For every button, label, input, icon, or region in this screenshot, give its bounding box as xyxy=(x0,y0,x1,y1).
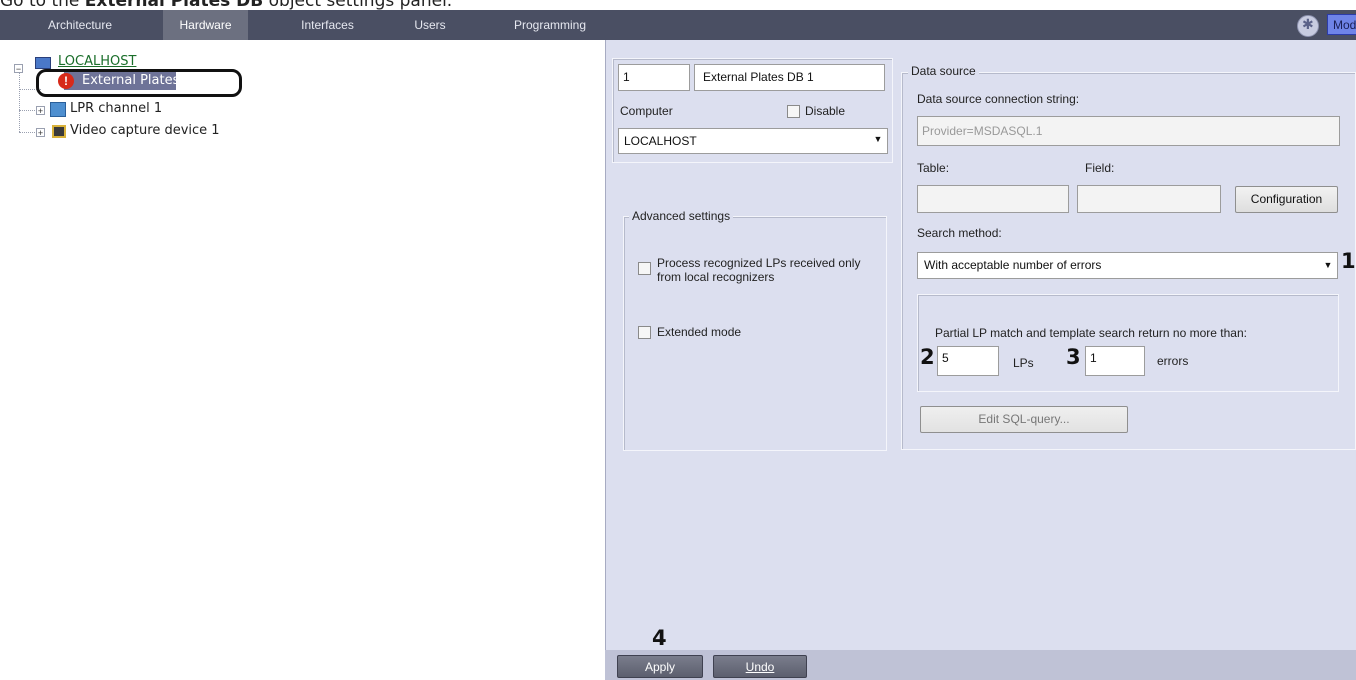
search-method-label: Search method: xyxy=(917,226,1002,240)
highlight-callout xyxy=(36,69,242,97)
tab-programming[interactable]: Programming xyxy=(500,10,600,40)
connection-string-label: Data source connection string: xyxy=(917,92,1080,106)
field-field[interactable] xyxy=(1077,185,1221,213)
lpr-channel-icon xyxy=(50,102,66,117)
expand-icon[interactable]: + xyxy=(36,128,45,138)
step-marker-3: 3 xyxy=(1066,345,1081,369)
lps-unit-label: LPs xyxy=(1013,356,1034,370)
advanced-settings-title: Advanced settings xyxy=(629,209,734,223)
field-label: Field: xyxy=(1085,161,1115,175)
main-tab-bar: Architecture Hardware Interfaces Users P… xyxy=(0,10,1356,40)
mode-button[interactable]: Mod xyxy=(1327,14,1356,35)
disable-label: Disable xyxy=(805,104,846,118)
table-label: Table: xyxy=(917,161,950,175)
tree-connector xyxy=(19,68,20,132)
lps-count-field[interactable]: 5 xyxy=(937,346,999,376)
partial-match-group xyxy=(917,294,1339,392)
tab-users[interactable]: Users xyxy=(400,10,460,40)
errors-unit-label: errors xyxy=(1157,354,1189,368)
extended-mode-checkbox[interactable] xyxy=(638,326,651,339)
computer-select[interactable]: LOCALHOST ▼ xyxy=(618,128,888,154)
object-id-field[interactable]: 1 xyxy=(618,64,690,91)
computer-select-value: LOCALHOST xyxy=(624,134,697,148)
data-source-title: Data source xyxy=(908,64,979,78)
step-marker-4: 4 xyxy=(652,626,667,650)
step-marker-2: 2 xyxy=(920,345,935,369)
hardware-tree: − LOCALHOST ! External Plates DB 1 + LPR… xyxy=(0,40,605,680)
search-method-select[interactable]: With acceptable number of errors ▼ xyxy=(917,252,1338,279)
edit-sql-query-button[interactable]: Edit SQL-query... xyxy=(920,406,1128,433)
computer-icon xyxy=(35,57,51,69)
tab-architecture[interactable]: Architecture xyxy=(30,10,130,40)
collapse-icon[interactable]: − xyxy=(14,64,23,74)
extended-mode-label: Extended mode xyxy=(657,325,742,339)
step-marker-1: 1 xyxy=(1341,249,1356,273)
expand-icon[interactable]: + xyxy=(36,106,45,116)
apply-button[interactable]: Apply xyxy=(617,655,703,678)
chevron-down-icon: ▼ xyxy=(1323,260,1333,270)
connection-string-field[interactable]: Provider=MSDASQL.1 xyxy=(917,116,1340,146)
tree-item-lpr-channel[interactable]: LPR channel 1 xyxy=(70,99,162,119)
video-capture-icon xyxy=(52,125,66,138)
tab-interfaces[interactable]: Interfaces xyxy=(285,10,370,40)
chevron-down-icon: ▼ xyxy=(873,134,883,144)
undo-button[interactable]: Undo xyxy=(713,655,807,678)
disable-checkbox[interactable] xyxy=(787,105,800,118)
process-local-checkbox[interactable] xyxy=(638,262,651,275)
tab-hardware[interactable]: Hardware xyxy=(163,10,248,40)
settings-gear-icon[interactable] xyxy=(1297,15,1319,37)
partial-match-label: Partial LP match and template search ret… xyxy=(935,326,1247,340)
configuration-button[interactable]: Configuration xyxy=(1235,186,1338,213)
object-name-field[interactable]: External Plates DB 1 xyxy=(694,64,885,91)
computer-label: Computer xyxy=(620,104,673,118)
tree-item-video-capture[interactable]: Video capture device 1 xyxy=(70,121,220,141)
errors-count-field[interactable]: 1 xyxy=(1085,346,1145,376)
process-local-label: Process recognized LPs received only fro… xyxy=(657,256,861,284)
table-field[interactable] xyxy=(917,185,1069,213)
search-method-value: With acceptable number of errors xyxy=(924,258,1102,272)
